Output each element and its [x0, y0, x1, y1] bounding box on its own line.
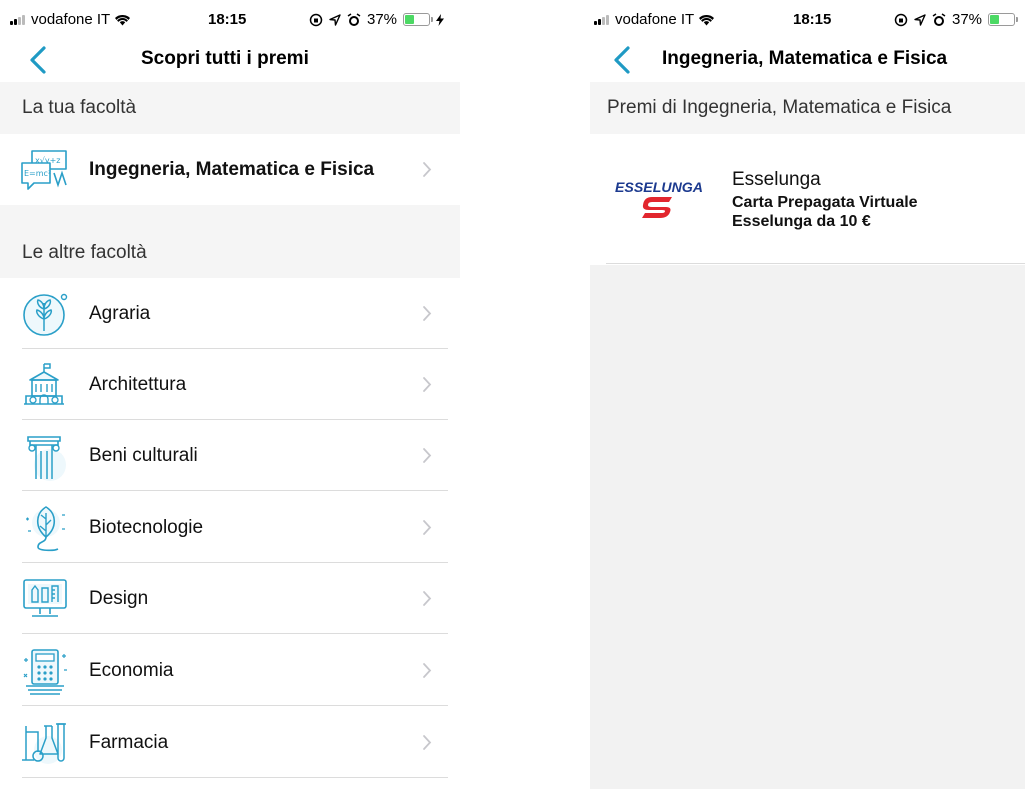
- svg-text:E=mc²: E=mc²: [24, 169, 51, 178]
- formula-icon: x√y+z E=mc²: [21, 150, 67, 190]
- faculty-label: Architettura: [89, 373, 187, 395]
- location-icon: [329, 13, 341, 26]
- battery-fill: [405, 15, 414, 24]
- carrier-name: vodafone IT: [615, 11, 695, 28]
- chevron-right-icon: [423, 520, 432, 535]
- design-monitor-icon: [23, 579, 67, 617]
- battery-icon: [403, 13, 434, 26]
- orientation-lock-icon: [309, 13, 323, 26]
- esselunga-logo: ESSELUNGA: [615, 180, 703, 218]
- status-bar: vodafone IT 18:15 37%: [590, 0, 1025, 40]
- battery-icon: [988, 13, 1019, 26]
- leaf-dna-icon: [26, 506, 65, 552]
- prizes-section-header: Premi di Ingegneria, Matematica e Fisica: [590, 82, 1025, 134]
- chevron-right-icon: [423, 591, 432, 606]
- faculty-list-screen: vodafone IT 18:15 37% Scopri tutti i pre…: [0, 0, 460, 789]
- signal-icon: [594, 14, 609, 25]
- prize-row-esselunga[interactable]: ESSELUNGA Esselunga Carta Prepagata Virt…: [590, 134, 1025, 264]
- page-title: Ingegneria, Matematica e Fisica: [662, 48, 948, 69]
- faculty-label: Economia: [89, 659, 174, 681]
- chevron-right-icon: [423, 448, 432, 463]
- prize-brand: Esselunga: [732, 169, 821, 190]
- faculty-label: Beni culturali: [89, 444, 198, 466]
- faculty-row-ingegneria[interactable]: x√y+z E=mc² Ingegneria, Matematica e Fis…: [0, 134, 460, 205]
- chevron-right-icon: [423, 663, 432, 678]
- wifi-icon: [115, 14, 131, 26]
- faculty-label: Design: [89, 587, 149, 609]
- chevron-right-icon: [423, 162, 432, 177]
- battery-percent: 37%: [367, 11, 398, 28]
- building-icon: [24, 363, 64, 405]
- status-bar: vodafone IT 18:15 37%: [0, 0, 460, 40]
- nav-bar: Scopri tutti i premi: [0, 40, 460, 80]
- faculty-row-farmacia[interactable]: Farmacia: [0, 707, 460, 778]
- charging-bolt-icon: [436, 13, 445, 26]
- page-title: Scopri tutti i premi: [141, 48, 309, 69]
- nav-bar: Ingegneria, Matematica e Fisica: [590, 40, 1025, 80]
- column-icon: [27, 436, 66, 481]
- empty-area: [590, 265, 1025, 789]
- faculty-label: Biotecnologie: [89, 516, 204, 538]
- faculty-label: Ingegneria, Matematica e Fisica: [89, 158, 375, 180]
- alarm-icon: [932, 12, 946, 26]
- faculty-label: Farmacia: [89, 731, 169, 753]
- other-faculties-header: Le altre facoltà: [0, 205, 460, 278]
- back-button[interactable]: [610, 44, 638, 76]
- status-time: 18:15: [208, 11, 247, 28]
- location-icon: [914, 13, 926, 26]
- orientation-lock-icon: [894, 13, 908, 26]
- wheat-icon: [23, 293, 68, 336]
- svg-text:ESSELUNGA: ESSELUNGA: [615, 180, 703, 195]
- prizes-screen: vodafone IT 18:15 37% Ingegneria, Matema…: [590, 0, 1025, 789]
- faculty-row-biotecnologie[interactable]: Biotecnologie: [0, 492, 460, 563]
- prize-title: Carta Prepagata Virtuale Esselunga da 10…: [732, 194, 918, 230]
- faculty-row-design[interactable]: Design: [0, 563, 460, 634]
- battery-fill: [990, 15, 999, 24]
- calculator-icon: [23, 649, 67, 695]
- chevron-right-icon: [423, 735, 432, 750]
- status-time: 18:15: [793, 11, 832, 28]
- signal-icon: [10, 14, 25, 25]
- chevron-right-icon: [423, 306, 432, 321]
- faculty-row-economia[interactable]: Economia: [0, 635, 460, 706]
- my-faculty-header: La tua facoltà: [0, 82, 460, 134]
- alarm-icon: [347, 12, 361, 26]
- chevron-right-icon: [423, 377, 432, 392]
- faculty-row-architettura[interactable]: Architettura: [0, 349, 460, 420]
- faculty-row-agraria[interactable]: Agraria: [0, 278, 460, 349]
- battery-percent: 37%: [952, 11, 983, 28]
- flask-icon: [22, 723, 66, 764]
- faculty-row-beni-culturali[interactable]: Beni culturali: [0, 420, 460, 491]
- carrier-name: vodafone IT: [31, 11, 111, 28]
- faculty-label: Agraria: [89, 302, 151, 324]
- wifi-icon: [699, 14, 715, 26]
- back-button[interactable]: [26, 44, 54, 76]
